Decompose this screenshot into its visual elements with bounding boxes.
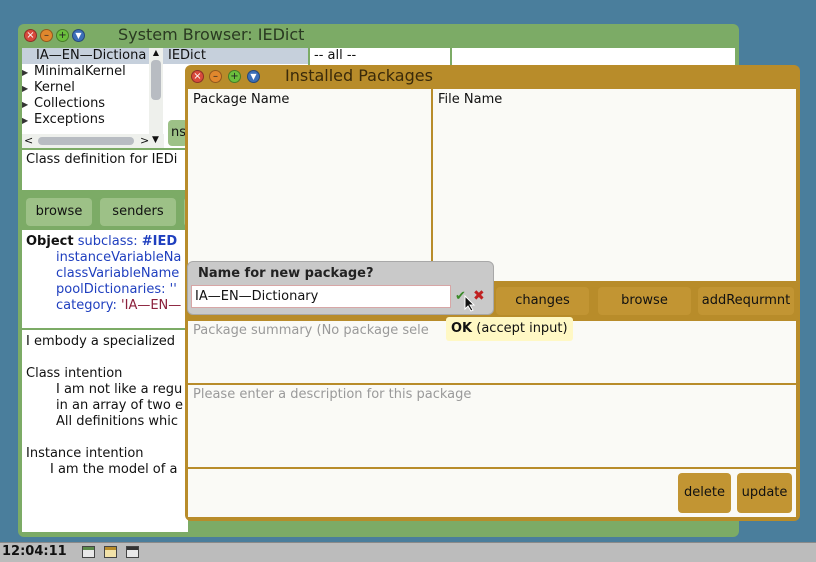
list-item[interactable]: -- all -- xyxy=(310,48,450,64)
vertical-scrollbar[interactable]: ▲ xyxy=(149,48,163,144)
close-icon[interactable]: × xyxy=(191,70,204,83)
window-title: System Browser: IEDict xyxy=(118,25,305,44)
browse-button[interactable]: browse xyxy=(26,198,92,226)
package-name-input[interactable]: IA—EN—Dictionary xyxy=(191,285,451,308)
expand-icon[interactable]: ▶ xyxy=(22,97,34,113)
package-name-header: Package Name xyxy=(193,92,290,107)
maximize-icon[interactable]: + xyxy=(228,70,241,83)
add-requirement-button[interactable]: addRequrmnt xyxy=(698,287,794,315)
new-package-dialog: Name for new package? IA—EN—Dictionary ✔… xyxy=(187,261,494,315)
scrollbar-thumb[interactable] xyxy=(151,60,161,100)
package-description-field[interactable]: Please enter a description for this pack… xyxy=(188,385,796,467)
mouse-cursor-icon xyxy=(464,295,476,312)
delete-button[interactable]: delete xyxy=(678,473,731,513)
scroll-right-icon[interactable]: > xyxy=(140,134,149,147)
list-item[interactable]: IEDict xyxy=(164,48,308,64)
minimize-icon[interactable]: – xyxy=(209,70,222,83)
class-definition-label: Class definition for IEDi xyxy=(22,150,188,190)
taskbar-window-icon[interactable] xyxy=(126,546,139,558)
senders-button[interactable]: senders xyxy=(100,198,176,226)
window-menu-icon[interactable]: ▼ xyxy=(72,29,85,42)
code-editor[interactable]: Object subclass: #IED instanceVariableNa… xyxy=(22,230,188,328)
update-button[interactable]: update xyxy=(737,473,792,513)
action-bar: delete update xyxy=(188,469,796,517)
list-item[interactable]: ▶ MinimalKernel xyxy=(22,64,164,80)
scroll-up-icon[interactable]: ▲ xyxy=(149,48,163,58)
file-name-list[interactable]: File Name xyxy=(433,89,796,281)
scrollbar-thumb[interactable] xyxy=(38,137,134,145)
chevron-down-icon[interactable]: ▼ xyxy=(152,135,159,145)
clock: 12:04:11 xyxy=(2,544,67,559)
list-item[interactable]: ▶ Collections xyxy=(22,96,164,112)
expand-icon[interactable]: ▶ xyxy=(22,113,34,129)
maximize-icon[interactable]: + xyxy=(56,29,69,42)
taskbar-window-icon[interactable] xyxy=(82,546,95,558)
package-name-list[interactable]: Package Name xyxy=(188,89,431,281)
changes-button[interactable]: changes xyxy=(496,287,589,315)
package-list[interactable]: IA—EN—Dictiona ▶ MinimalKernel ▶ Kernel ▶ C… xyxy=(22,48,164,148)
tooltip: OK (accept input) xyxy=(446,317,573,341)
class-comment-pane[interactable]: I embody a specialized Class intention I… xyxy=(22,330,188,532)
browse-button[interactable]: browse xyxy=(598,287,691,315)
list-item[interactable]: IA—EN—Dictiona xyxy=(22,48,164,64)
file-name-header: File Name xyxy=(438,92,503,107)
window-menu-icon[interactable]: ▼ xyxy=(247,70,260,83)
expand-icon[interactable]: ▶ xyxy=(22,65,34,81)
minimize-icon[interactable]: – xyxy=(40,29,53,42)
scroll-left-icon[interactable]: < xyxy=(24,134,33,147)
window-title: Installed Packages xyxy=(285,66,433,85)
dialog-title: Name for new package? xyxy=(198,266,374,281)
taskbar: 12:04:11 xyxy=(0,542,816,562)
list-item[interactable]: ▶ Exceptions xyxy=(22,112,164,128)
taskbar-window-icon[interactable] xyxy=(104,546,117,558)
expand-icon[interactable]: ▶ xyxy=(22,81,34,97)
close-icon[interactable]: × xyxy=(24,29,37,42)
horizontal-scrollbar[interactable]: < > ▼ xyxy=(22,134,164,148)
list-item[interactable]: ▶ Kernel xyxy=(22,80,164,96)
